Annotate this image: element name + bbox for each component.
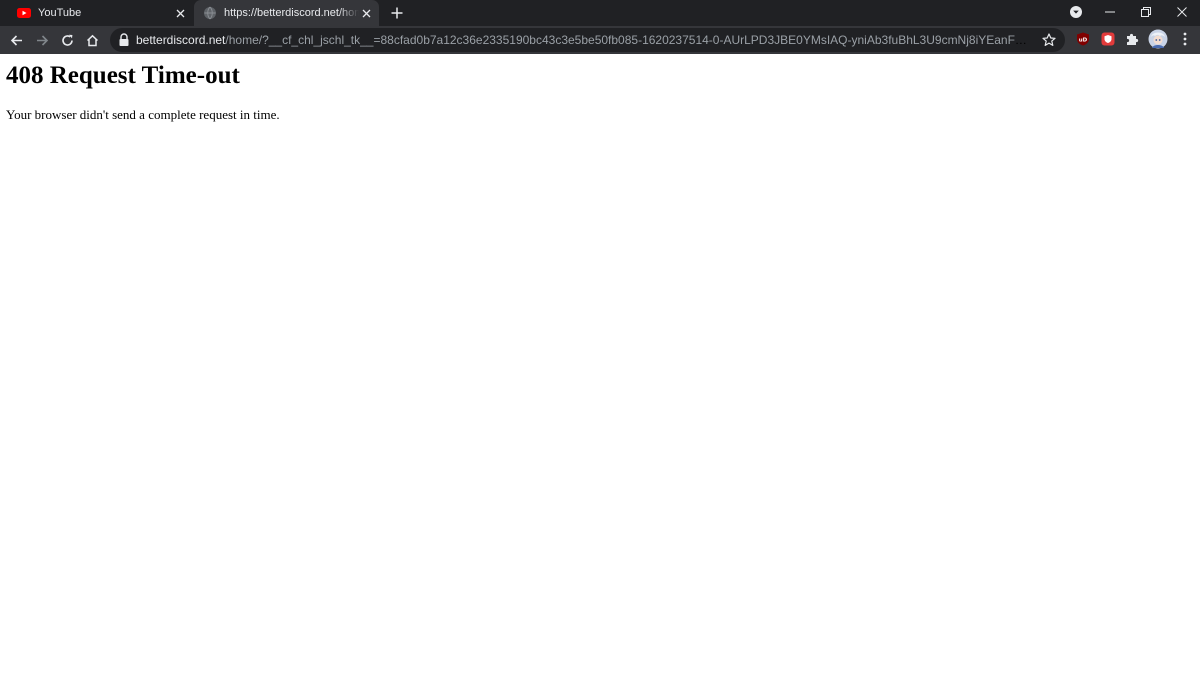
tab-search-button[interactable] — [1058, 0, 1094, 24]
restore-button[interactable] — [1128, 0, 1164, 24]
forward-button[interactable] — [32, 30, 52, 50]
chevron-down-icon — [1070, 6, 1082, 18]
arrow-right-icon — [36, 34, 48, 46]
ublock-origin-icon[interactable]: uD — [1076, 32, 1090, 46]
address-bar[interactable]: betterdiscord.net/home/?__cf_chl_jschl_t… — [110, 28, 1065, 52]
tab-title: https://betterdiscord.net/home/?__cf_chl… — [224, 7, 359, 19]
youtube-icon — [16, 5, 32, 21]
browser-toolbar: betterdiscord.net/home/?__cf_chl_jschl_t… — [0, 26, 1200, 54]
tab-title: YouTube — [38, 7, 82, 19]
home-button[interactable] — [82, 30, 102, 50]
arrow-left-icon — [10, 34, 22, 46]
url-path: /home/?__cf_chl_jschl_tk__=88cfad0b7a12c… — [225, 33, 1029, 47]
profile-avatar[interactable] — [1148, 29, 1168, 49]
reload-icon — [61, 34, 73, 46]
home-icon — [86, 34, 98, 46]
close-icon[interactable] — [173, 6, 187, 20]
svg-text:uD: uD — [1079, 37, 1088, 43]
page-title: 408 Request Time-out — [6, 62, 240, 89]
error-message: Your browser didn't send a complete requ… — [6, 107, 280, 122]
browser-menu-button[interactable] — [1178, 32, 1192, 46]
shield-extension-icon[interactable] — [1101, 32, 1115, 46]
close-icon[interactable] — [359, 6, 373, 20]
new-tab-button[interactable] — [388, 4, 406, 22]
puzzle-icon[interactable] — [1125, 32, 1139, 46]
close-window-button[interactable] — [1164, 0, 1200, 24]
more-vertical-icon — [1183, 32, 1187, 46]
tab-betterdiscord[interactable]: https://betterdiscord.net/home/?__cf_chl… — [194, 0, 379, 26]
close-icon — [1177, 7, 1187, 17]
minimize-icon — [1105, 11, 1115, 13]
tab-youtube[interactable]: YouTube — [0, 0, 193, 26]
globe-icon — [202, 5, 218, 21]
lock-icon — [118, 33, 130, 47]
back-button[interactable] — [6, 30, 26, 50]
url-host: betterdiscord.net — [136, 33, 226, 47]
restore-icon — [1141, 7, 1151, 17]
reload-button[interactable] — [57, 30, 77, 50]
minimize-button[interactable] — [1092, 0, 1128, 24]
url-text[interactable]: betterdiscord.net/home/?__cf_chl_jschl_t… — [136, 28, 1029, 52]
bookmark-star-icon[interactable] — [1041, 32, 1057, 48]
tab-strip: YouTube https://betterdiscord.net/home/?… — [0, 0, 1200, 26]
